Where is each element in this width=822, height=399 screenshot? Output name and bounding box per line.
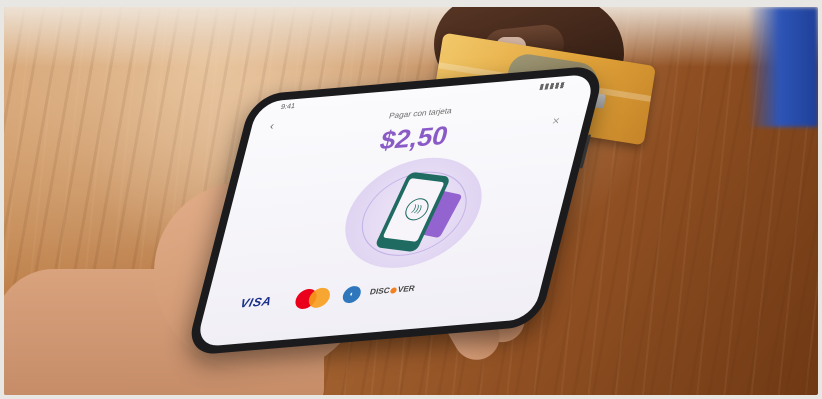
blue-background-object (748, 7, 818, 127)
tap-to-pay-illustration: ))) (332, 152, 495, 274)
contactless-icon: ))) (401, 197, 433, 222)
discover-text-right: VER (396, 283, 416, 295)
discover-text-left: DISC (368, 285, 391, 297)
phone-screen: 9:41 ‹ Pagar con tarjeta × $2,50 ))) VIS… (195, 73, 596, 348)
mastercard-logo (293, 286, 333, 310)
phone-side-button (579, 134, 592, 169)
amex-logo: ◐ (340, 285, 363, 304)
photo-scene: 9:41 ‹ Pagar con tarjeta × $2,50 ))) VIS… (4, 7, 818, 395)
signal-icon (539, 82, 566, 91)
visa-logo: VISA (238, 293, 274, 311)
discover-logo: DISC VER (369, 284, 416, 297)
card-brand-logos: VISA ◐ DISC VER (237, 270, 510, 317)
status-time: 9:41 (279, 102, 296, 112)
